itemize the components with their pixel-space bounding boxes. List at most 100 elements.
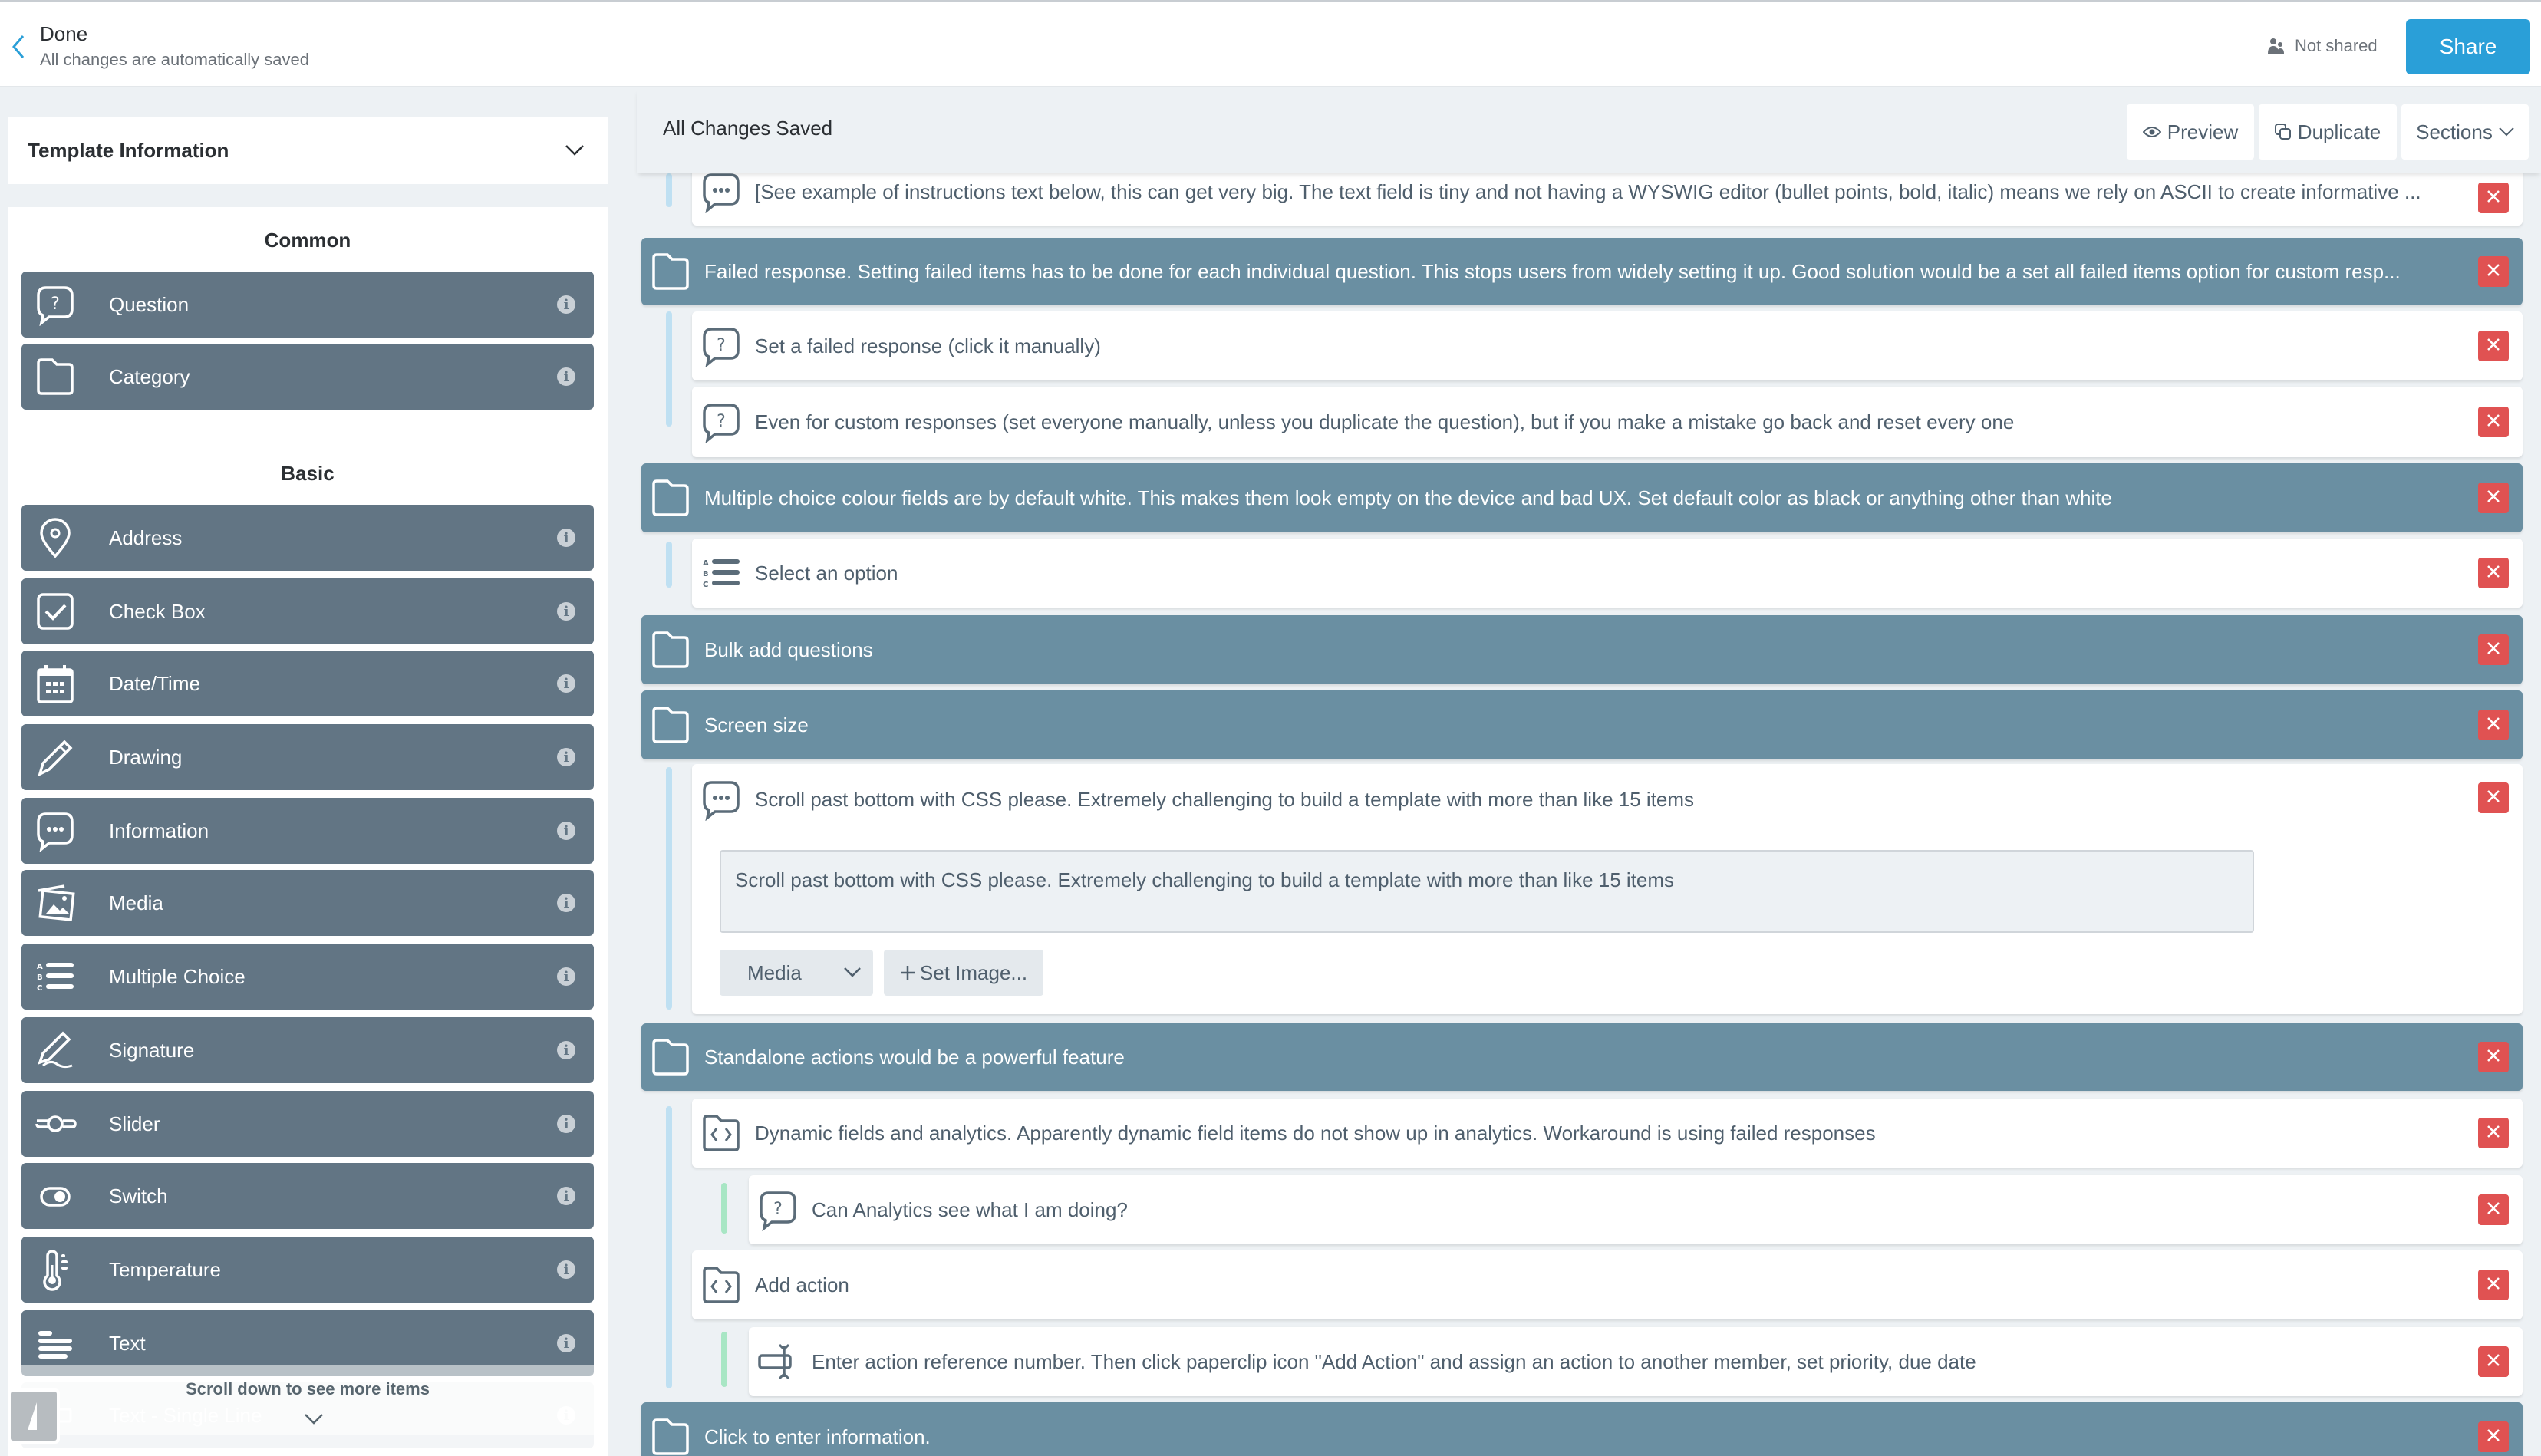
item-row-13[interactable]: Enter action reference number. Then clic… <box>749 1327 2523 1396</box>
dynamic-field-icon <box>700 1263 743 1306</box>
item-row-10[interactable]: Dynamic fields and analytics. Apparently… <box>692 1099 2523 1168</box>
delete-button[interactable] <box>2478 183 2509 213</box>
palette-item-switch[interactable]: Switch i <box>21 1163 594 1229</box>
palette-item-temperature[interactable]: Temperature i <box>21 1237 594 1303</box>
close-icon <box>2487 641 2500 659</box>
item-row-0[interactable]: [See example of instructions text below,… <box>692 173 2523 226</box>
preview-button[interactable]: Preview <box>2127 104 2254 160</box>
chevron-down-icon <box>844 967 861 977</box>
delete-button[interactable] <box>2478 256 2509 287</box>
close-icon <box>2487 1049 2500 1066</box>
item-text: Even for custom responses (set everyone … <box>755 410 2015 433</box>
delete-button[interactable] <box>2478 1421 2509 1452</box>
category-row-4[interactable]: Multiple choice colour fields are by def… <box>641 463 2523 532</box>
delete-button[interactable] <box>2478 1194 2509 1225</box>
info-icon[interactable]: i <box>557 295 575 314</box>
info-icon[interactable]: i <box>557 1115 575 1133</box>
expanded-item-row[interactable]: Scroll past bottom with CSS please. Extr… <box>692 764 2523 1014</box>
info-icon[interactable]: i <box>557 1260 575 1279</box>
item-text: Enter action reference number. Then clic… <box>812 1349 1976 1373</box>
delete-button[interactable] <box>2478 710 2509 740</box>
item-text: Set a failed response (click it manually… <box>755 334 1101 357</box>
sections-dropdown[interactable]: Sections <box>2401 104 2529 160</box>
item-row-11[interactable]: ? Can Analytics see what I am doing? <box>749 1175 2523 1244</box>
category-row-1[interactable]: Failed response. Setting failed items ha… <box>641 238 2523 305</box>
info-icon[interactable]: i <box>557 1187 575 1205</box>
palette-item-label: Category <box>109 364 190 388</box>
nesting-rail <box>666 1106 672 1388</box>
template-items-list[interactable]: [See example of instructions text below,… <box>637 173 2541 1456</box>
info-icon[interactable]: i <box>557 748 575 766</box>
category-row-7[interactable]: Screen size <box>641 690 2523 759</box>
nesting-rail-child <box>721 1183 727 1234</box>
palette-item-address[interactable]: Address i <box>21 505 594 571</box>
palette-item-signature[interactable]: Signature i <box>21 1017 594 1083</box>
category-row-14[interactable]: Click to enter information. <box>641 1402 2523 1456</box>
palette-item-category[interactable]: Category i <box>21 344 594 410</box>
delete-button[interactable] <box>2478 331 2509 361</box>
palette-item-date-time[interactable]: Date/Time i <box>21 651 594 716</box>
media-type-select[interactable]: Media <box>720 950 873 996</box>
palette-item-multiple-choice[interactable]: A B C Multiple Choice i <box>21 944 594 1010</box>
text-lines-icon <box>32 1320 78 1366</box>
template-information-toggle[interactable]: Template Information <box>8 117 608 184</box>
delete-button[interactable] <box>2478 634 2509 665</box>
info-icon[interactable]: i <box>557 894 575 912</box>
nesting-rail <box>666 311 672 427</box>
palette-item-label: Address <box>109 525 183 549</box>
category-row-6[interactable]: Bulk add questions <box>641 615 2523 684</box>
group-heading-common: Common <box>264 229 351 252</box>
scroll-hint[interactable]: Scroll down to see more items <box>8 1365 608 1435</box>
delete-button[interactable] <box>2478 782 2509 813</box>
item-text: Select an option <box>755 561 898 585</box>
done-title[interactable]: Done <box>40 22 87 46</box>
item-row-2[interactable]: ? Set a failed response (click it manuall… <box>692 311 2523 380</box>
item-text: Can Analytics see what I am doing? <box>812 1197 1128 1221</box>
info-icon[interactable]: i <box>557 602 575 621</box>
item-row-12[interactable]: Add action <box>692 1250 2523 1319</box>
editor-header: All Changes Saved Preview Duplicate Sect… <box>637 89 2541 173</box>
item-palette[interactable]: Common Basic ? Question i Category i Address i… <box>8 207 608 1456</box>
folder-icon <box>649 1036 692 1079</box>
delete-button[interactable] <box>2478 1042 2509 1072</box>
delete-button[interactable] <box>2478 1118 2509 1148</box>
question-bubble-icon: ? <box>700 324 743 367</box>
expanded-item-header[interactable]: Scroll past bottom with CSS please. Extr… <box>692 764 2523 835</box>
folder-icon <box>649 250 692 293</box>
info-icon[interactable]: i <box>557 822 575 840</box>
palette-item-drawing[interactable]: Drawing i <box>21 724 594 790</box>
delete-button[interactable] <box>2478 483 2509 513</box>
back-button[interactable] <box>9 31 28 62</box>
info-icon[interactable]: i <box>557 967 575 986</box>
palette-item-label: Question <box>109 292 190 316</box>
palette-item-label: Signature <box>109 1038 195 1062</box>
close-icon <box>2487 413 2500 431</box>
share-button[interactable]: Share <box>2406 19 2530 74</box>
palette-item-information[interactable]: Information i <box>21 798 594 864</box>
palette-item-label: Text <box>109 1331 146 1355</box>
delete-button[interactable] <box>2478 1346 2509 1377</box>
info-icon[interactable]: i <box>557 674 575 693</box>
info-icon[interactable]: i <box>557 1334 575 1352</box>
delete-button[interactable] <box>2478 407 2509 437</box>
thermometer-icon <box>32 1247 78 1293</box>
set-image-button[interactable]: Set Image... <box>884 950 1043 996</box>
palette-item-slider[interactable]: Slider i <box>21 1091 594 1157</box>
item-row-5[interactable]: A B C Select an option <box>692 539 2523 608</box>
info-icon[interactable]: i <box>557 529 575 547</box>
category-row-9[interactable]: Standalone actions would be a powerful f… <box>641 1023 2523 1091</box>
palette-item-media[interactable]: Media i <box>21 870 594 936</box>
collapse-panel-tab[interactable] <box>8 1388 60 1444</box>
duplicate-button[interactable]: Duplicate <box>2259 104 2397 160</box>
delete-button[interactable] <box>2478 1270 2509 1300</box>
item-text-input[interactable] <box>720 850 2254 933</box>
item-row-3[interactable]: ? Even for custom responses (set everyone… <box>692 387 2523 457</box>
palette-item-check-box[interactable]: Check Box i <box>21 578 594 644</box>
info-bubble-icon <box>700 778 743 821</box>
info-icon[interactable]: i <box>557 367 575 386</box>
delete-button[interactable] <box>2478 558 2509 588</box>
autosave-note: All changes are automatically saved <box>40 50 309 69</box>
info-icon[interactable]: i <box>557 1041 575 1059</box>
palette-item-question[interactable]: ? Question i <box>21 272 594 338</box>
category-title: Multiple choice colour fields are by def… <box>704 486 2112 509</box>
